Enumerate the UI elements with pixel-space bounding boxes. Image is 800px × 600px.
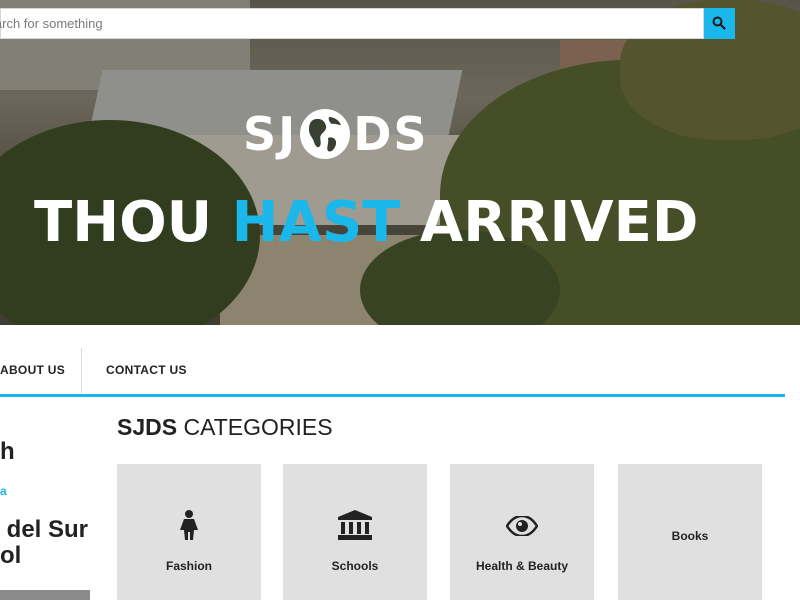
category-card-schools[interactable]: Schools [283,464,427,600]
headline-accent: HAST [231,190,401,255]
search-input[interactable] [0,9,681,38]
search-bar [0,8,704,39]
headline-text: ARRIVED [400,190,699,255]
sidebar-post-title[interactable]: del Sur ol [0,517,88,569]
categories-title: SJDS CATEGORIES [117,414,333,441]
institution-icon [338,510,372,540]
nav-item-contact-us[interactable]: CONTACT US [106,348,187,394]
hero-banner: SJ DS THOU HAST ARRIVED [0,0,800,325]
nav-divider [81,348,82,394]
category-label: Fashion [165,559,212,573]
logo-text-left: SJ [243,107,298,161]
categories-title-bold: SJDS [117,414,178,440]
category-card-books[interactable]: Books [618,464,762,600]
main-nav: ABOUT US CONTACT US [0,348,785,397]
search-button[interactable] [704,8,735,39]
sidebar-link[interactable]: a [0,484,7,498]
logo-text-right: DS [353,107,429,161]
category-card-fashion[interactable]: Fashion [117,464,261,600]
globe-icon [300,109,351,159]
sidebar-heading: h [0,438,15,465]
hero-headline: THOU HAST ARRIVED [34,190,698,255]
category-card-health-beauty[interactable]: Health & Beauty [450,464,594,600]
female-person-icon [180,510,198,540]
category-label: Health & Beauty [475,559,569,573]
nav-item-about-us[interactable]: ABOUT US [0,348,65,394]
site-logo[interactable]: SJ DS [243,104,429,164]
categories-title-rest: CATEGORIES [177,414,333,440]
sidebar-thumbnail[interactable] [0,590,90,600]
category-label: Books [671,529,709,543]
category-label: Schools [331,559,379,573]
headline-text: THOU [34,190,232,255]
search-icon [712,16,726,30]
eye-icon [506,516,538,536]
